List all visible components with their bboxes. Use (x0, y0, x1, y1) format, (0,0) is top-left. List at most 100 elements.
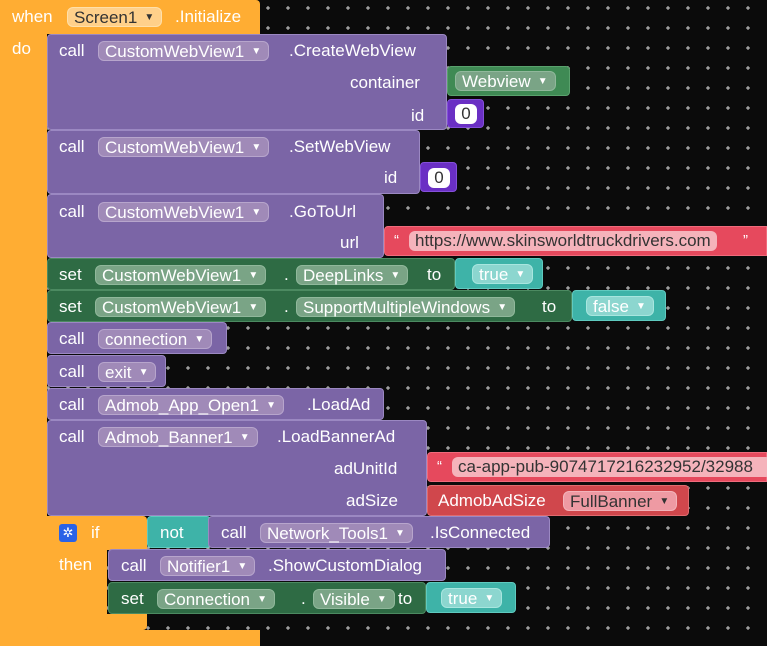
deeplinks-property-dropdown[interactable]: DeepLinks ▼ (296, 265, 409, 285)
chevron-down-icon: ▼ (390, 270, 401, 281)
to-keyword: to (542, 297, 557, 316)
chevron-down-icon: ▼ (266, 400, 277, 411)
admobadsize-label: AdmobAdSize (438, 491, 546, 510)
chevron-down-icon: ▼ (237, 561, 248, 572)
call-gotourl-block[interactable]: call CustomWebView1 ▼ .GoToUrl url (47, 194, 384, 258)
chevron-down-icon: ▼ (251, 46, 262, 57)
quote-close: ” (743, 232, 748, 249)
call-keyword: call (121, 556, 147, 575)
logic-true-block[interactable]: true ▼ (426, 582, 516, 613)
url-text-field[interactable]: https://www.skinsworldtruckdrivers.com (409, 231, 717, 251)
call-exit-procedure-block[interactable]: call exit ▼ (47, 355, 166, 387)
adunitid-text-field[interactable]: ca-app-pub-9074717216232952/32988 (452, 457, 767, 477)
chevron-down-icon: ▼ (376, 594, 387, 605)
chevron-down-icon: ▼ (395, 528, 405, 539)
admob-app-open1-dropdown[interactable]: Admob_App_Open1 ▼ (98, 395, 285, 415)
arg-label-url: url (340, 233, 359, 252)
admobadsize-block[interactable]: AdmobAdSize FullBanner ▼ (427, 485, 689, 516)
arg-label-container: container (350, 73, 420, 92)
chevron-down-icon: ▼ (537, 76, 548, 87)
call-keyword: call (221, 523, 247, 542)
call-showcustomdialog-block[interactable]: call Notifier1 ▼ .ShowCustomDialog (108, 549, 446, 581)
method-label: .LoadAd (307, 395, 371, 414)
call-createwebview-block[interactable]: call CustomWebView1 ▼ .CreateWebView cont… (47, 34, 447, 130)
screen1-dropdown[interactable]: Screen1 ▼ (67, 7, 163, 27)
call-setwebview-block[interactable]: call CustomWebView1 ▼ .SetWebView id (47, 130, 420, 194)
dot: . (284, 265, 289, 284)
customwebview1-dropdown[interactable]: CustomWebView1 ▼ (98, 41, 270, 61)
call-keyword: call (59, 395, 85, 414)
number-block[interactable]: 0 (420, 162, 457, 192)
number-value[interactable]: 0 (455, 104, 477, 124)
customwebview1-dropdown[interactable]: CustomWebView1 ▼ (95, 297, 267, 317)
arg-label-id: id (384, 168, 398, 187)
number-value[interactable]: 0 (428, 168, 450, 188)
connection-dropdown[interactable]: Connection ▼ (157, 589, 276, 609)
if-keyword: if (91, 523, 100, 542)
chevron-down-icon: ▼ (497, 302, 508, 313)
fullbanner-dropdown[interactable]: FullBanner ▼ (563, 491, 678, 511)
quote-open: “ (394, 232, 399, 249)
do-keyword: do (12, 39, 31, 58)
call-loadbannerad-block[interactable]: call Admob_Banner1 ▼ .LoadBannerAd adUnit… (47, 420, 427, 516)
call-connection-procedure-block[interactable]: call connection ▼ (47, 322, 227, 354)
method-label: .CreateWebView (289, 41, 416, 60)
procedure-dropdown[interactable]: connection ▼ (98, 329, 213, 349)
visible-property-dropdown[interactable]: Visible ▼ (313, 589, 395, 609)
customwebview1-dropdown[interactable]: CustomWebView1 ▼ (98, 202, 270, 222)
chevron-down-icon: ▼ (138, 367, 149, 378)
supportmultiplewindows-property-dropdown[interactable]: SupportMultipleWindows ▼ (296, 297, 516, 317)
initialize-event-label: .Initialize (175, 7, 242, 26)
text-string-block[interactable]: “ ca-app-pub-9074717216232952/32988 (427, 452, 767, 482)
chevron-down-icon: ▼ (659, 496, 670, 507)
dot: . (301, 589, 306, 608)
dot: . (284, 297, 289, 316)
method-label: .LoadBannerAd (277, 427, 396, 446)
admob-banner1-dropdown[interactable]: Admob_Banner1 ▼ (98, 427, 258, 447)
call-loadad-block[interactable]: call Admob_App_Open1 ▼ .LoadAd (47, 388, 384, 420)
set-deeplinks-block[interactable]: set CustomWebView1 ▼ . DeepLinks ▼ to (47, 258, 455, 290)
method-label: .IsConnected (430, 523, 531, 542)
set-keyword: set (59, 265, 82, 284)
call-keyword: call (59, 202, 85, 221)
true-dropdown[interactable]: true ▼ (441, 588, 503, 608)
chevron-down-icon: ▼ (144, 12, 155, 23)
customwebview1-dropdown[interactable]: CustomWebView1 ▼ (98, 137, 270, 157)
not-keyword: not (160, 523, 184, 542)
notifier1-dropdown[interactable]: Notifier1 ▼ (160, 556, 256, 576)
call-keyword: call (59, 137, 85, 156)
call-keyword: call (59, 362, 85, 381)
chevron-down-icon: ▼ (257, 594, 268, 605)
true-dropdown[interactable]: true ▼ (472, 264, 534, 284)
chevron-down-icon: ▼ (248, 270, 259, 281)
network-tools1-dropdown[interactable]: Network_Tools1 ▼ (260, 523, 413, 543)
then-keyword: then (59, 555, 93, 574)
method-label: .GoToUrl (289, 202, 357, 221)
set-connection-visible-block[interactable]: set Connection ▼ . Visible ▼ to (108, 582, 426, 614)
arg-label-id: id (411, 106, 425, 125)
method-label: .ShowCustomDialog (268, 556, 423, 575)
gear-icon[interactable]: ✲ (59, 524, 77, 542)
chevron-down-icon: ▼ (515, 269, 526, 280)
when-keyword: when (12, 7, 53, 26)
false-dropdown[interactable]: false ▼ (586, 296, 654, 316)
text-string-block[interactable]: “ https://www.skinsworldtruckdrivers.com… (384, 226, 767, 256)
webview-dropdown[interactable]: Webview ▼ (455, 71, 556, 91)
quote-open: “ (437, 458, 442, 475)
set-supportmultiplewindows-block[interactable]: set CustomWebView1 ▼ . SupportMultipleWin… (47, 290, 572, 322)
method-label: .SetWebView (289, 137, 391, 156)
call-keyword: call (59, 41, 85, 60)
webview-component-block[interactable]: Webview ▼ (447, 66, 570, 96)
chevron-down-icon: ▼ (239, 432, 250, 443)
number-block[interactable]: 0 (447, 99, 484, 128)
procedure-dropdown[interactable]: exit ▼ (98, 362, 157, 382)
customwebview1-dropdown[interactable]: CustomWebView1 ▼ (95, 265, 267, 285)
arg-label-adsize: adSize (346, 491, 398, 510)
not-block[interactable]: not (147, 516, 211, 548)
logic-false-block[interactable]: false ▼ (572, 290, 666, 321)
call-isconnected-block[interactable]: call Network_Tools1 ▼ .IsConnected (208, 516, 550, 548)
set-keyword: set (59, 297, 82, 316)
logic-true-block[interactable]: true ▼ (455, 258, 543, 289)
call-keyword: call (59, 427, 85, 446)
call-keyword: call (59, 329, 85, 348)
